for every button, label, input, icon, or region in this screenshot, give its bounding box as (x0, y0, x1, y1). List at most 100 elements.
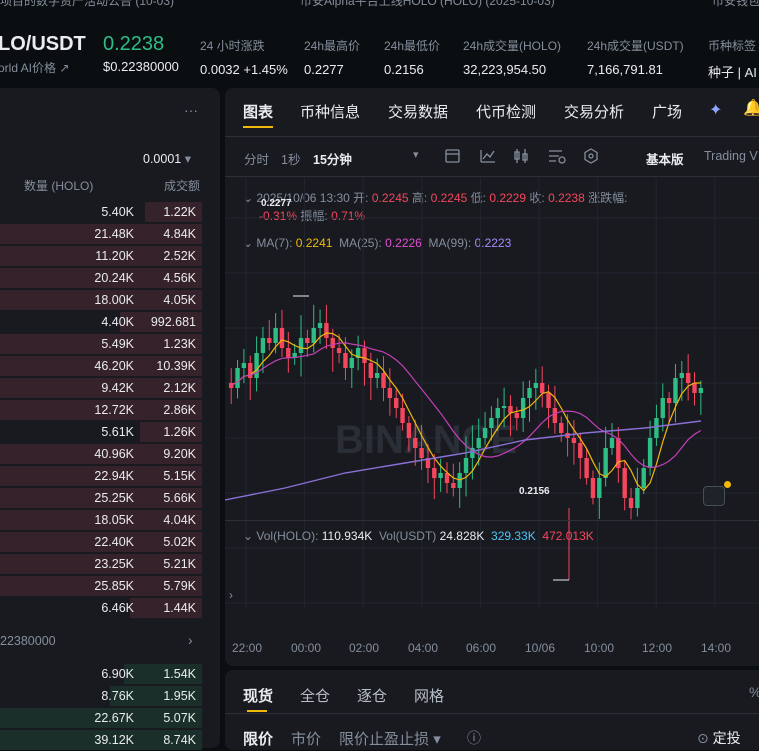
ask-row[interactable]: 5.61K 1.26K (0, 421, 214, 443)
row-amount: 1.26K (163, 425, 196, 439)
tab-square[interactable]: 广场 (652, 101, 682, 122)
tab-cross-margin[interactable]: 全仓 (300, 685, 330, 706)
bid-row[interactable]: 22.67K 5.07K (0, 707, 214, 729)
tab-spot[interactable]: 现货 (243, 685, 273, 706)
candlestick-chart[interactable]: BINANCE (225, 178, 759, 628)
row-qty: 25.25K (94, 491, 134, 505)
ai-sparkle-icon[interactable]: ✦ (709, 100, 722, 120)
candle-body (463, 458, 469, 473)
ask-row[interactable]: 9.42K 2.12K (0, 377, 214, 399)
indicators-icon[interactable] (549, 150, 566, 164)
tab-coin-info[interactable]: 币种信息 (300, 101, 360, 122)
bid-row[interactable]: 8.76K 1.95K (0, 685, 214, 707)
candle-body (685, 373, 691, 383)
candle-body (660, 398, 665, 418)
candle-body (552, 408, 558, 423)
info-icon[interactable]: ⓘ (467, 728, 481, 748)
collapse-icon[interactable]: ⌄ (243, 529, 253, 543)
interval-dropdown-icon[interactable]: ▾ (413, 148, 419, 161)
external-link-icon: ↗ (59, 61, 70, 75)
auto-invest-button[interactable]: ⊙ 定投 (697, 728, 741, 748)
bid-row[interactable]: 39.12K 8.74K (0, 729, 214, 751)
candle-body (520, 398, 526, 418)
ask-row[interactable]: 18.00K 4.05K (0, 289, 214, 311)
ask-row[interactable]: 12.72K 2.86K (0, 399, 214, 421)
precision-select[interactable]: 0.0001 ▾ (143, 151, 191, 166)
ticker-item[interactable]: 币安Alpha平台上线HOLO (HOLO) (2025-10-03) (300, 0, 555, 9)
chevron-down-icon: ▾ (433, 731, 441, 748)
ask-row[interactable]: 5.49K 1.23K (0, 333, 214, 355)
chart-notes-button[interactable] (703, 481, 731, 506)
line-chart-icon[interactable] (480, 150, 495, 163)
order-type-market[interactable]: 市价 (291, 728, 321, 749)
candle-body (495, 408, 500, 418)
interval-15m[interactable]: 15分钟 (313, 149, 352, 168)
token-tags[interactable]: 种子 | AI (708, 62, 757, 81)
stat-label: 币种标签 (708, 39, 757, 53)
interval-1s[interactable]: 1秒 (281, 149, 300, 168)
candle-body (628, 498, 634, 508)
bid-row[interactable]: 6.90K 1.54K (0, 663, 214, 685)
auto-invest-label: 定投 (712, 730, 741, 746)
ask-row[interactable]: 25.25K 5.66K (0, 487, 214, 509)
ask-row[interactable]: 21.48K 4.84K (0, 223, 214, 245)
ask-row[interactable]: 46.20K 10.39K (0, 355, 214, 377)
mid-price[interactable]: 22380000 (0, 634, 56, 648)
ask-row[interactable]: 4.40K 992.681 (0, 311, 214, 333)
ticker-item[interactable]: 项目的数字资产活动公告 (10-03) (0, 0, 174, 9)
ticker-item[interactable]: 币安钱包 (712, 0, 759, 9)
chevron-right-icon[interactable]: › (188, 632, 193, 648)
settings-hex-icon[interactable] (584, 148, 598, 164)
candle-body (381, 373, 386, 388)
chevron-down-icon: ▾ (184, 152, 191, 166)
x-axis-label: 10/06 (525, 641, 556, 655)
x-axis-label: 00:00 (291, 641, 322, 655)
row-qty: 5.61K (101, 425, 134, 439)
row-qty: 4.40K (101, 315, 134, 329)
interval-timeline[interactable]: 分时 (244, 149, 269, 168)
ask-row[interactable]: 40.96K 9.20K (0, 443, 214, 465)
row-qty: 6.90K (101, 667, 134, 681)
ask-row[interactable]: 25.85K 5.79K (0, 575, 214, 597)
bell-icon[interactable]: 🔔 (743, 98, 759, 118)
scroll-left-arrow[interactable]: › (229, 588, 233, 602)
tab-chart[interactable]: 图表 (243, 101, 273, 122)
fee-percent-icon[interactable]: % (749, 684, 759, 700)
ask-row[interactable]: 11.20K 2.52K (0, 245, 214, 267)
ask-row[interactable]: 20.24K 4.56K (0, 267, 214, 289)
stat-value: 0.2277 (304, 62, 344, 77)
tab-isolated-margin[interactable]: 逐仓 (357, 685, 387, 706)
ask-row[interactable]: 22.94K 5.15K (0, 465, 214, 487)
candle-body (654, 418, 659, 438)
candle-body (508, 406, 513, 413)
vol-label: Vol(HOLO): (256, 529, 319, 543)
calendar-icon[interactable] (445, 149, 460, 163)
candle-body (413, 438, 418, 448)
ask-row[interactable]: 22.40K 5.02K (0, 531, 214, 553)
symbol-subtitle-link[interactable]: orld AI价格 ↗ (0, 59, 69, 76)
ask-row[interactable]: 18.05K 4.04K (0, 509, 214, 531)
candle-body (482, 428, 488, 438)
tab-trade-data[interactable]: 交易数据 (388, 101, 448, 122)
x-axis-label: 02:00 (349, 641, 380, 655)
ask-row[interactable]: 23.25K 5.21K (0, 553, 214, 575)
row-amount: 5.66K (163, 491, 196, 505)
candle-body (501, 406, 507, 408)
view-basic[interactable]: 基本版 (646, 149, 684, 168)
stat-value: 0.2156 (384, 62, 424, 77)
candles-icon[interactable] (514, 149, 528, 163)
more-options-icon[interactable]: ··· (184, 102, 198, 118)
tab-token-check[interactable]: 代币检测 (476, 101, 536, 122)
view-tradingview[interactable]: Trading V (704, 149, 758, 163)
tab-grid[interactable]: 网格 (414, 685, 444, 706)
ask-row[interactable]: 6.46K 1.44K (0, 597, 214, 619)
tab-trade-analysis[interactable]: 交易分析 (564, 101, 624, 122)
order-type-stop-limit[interactable]: 限价止盈止损 ▾ (339, 728, 441, 749)
ask-row[interactable]: 5.40K 1.22K (0, 201, 214, 223)
stat-24h-low: 24h最低价 0.2156 (384, 37, 440, 77)
candle-body (387, 388, 393, 398)
candle-body (603, 448, 608, 478)
order-type-limit[interactable]: 限价 (243, 728, 273, 749)
symbol-name[interactable]: LO/USDT (0, 33, 86, 56)
last-price: 0.2238 (103, 33, 165, 55)
